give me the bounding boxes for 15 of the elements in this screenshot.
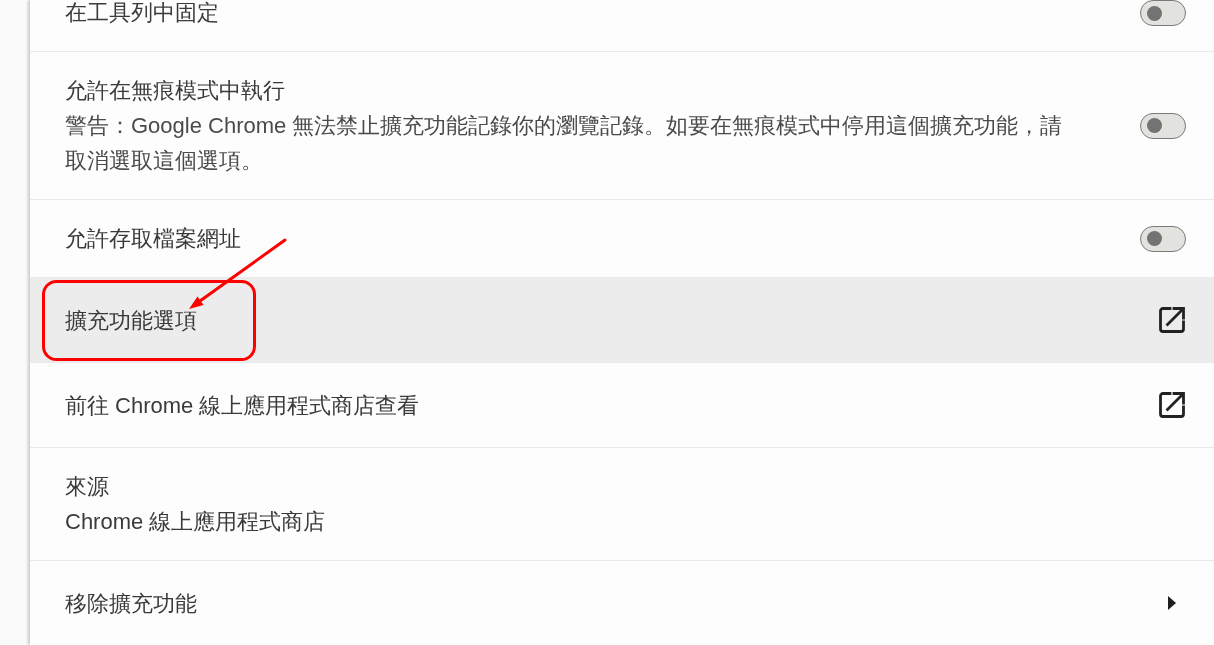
link-row[interactable]: 前往 Chrome 線上應用程式商店查看 xyxy=(30,363,1214,447)
setting-description: 警告：Google Chrome 無法禁止擴充功能記錄你的瀏覽記錄。如要在無痕模式中停用這個擴充功能，請取消選取這個選項。 xyxy=(65,112,1064,175)
toggle-switch[interactable] xyxy=(1140,112,1186,139)
setting-value: Chrome 線上應用程式商店 xyxy=(65,508,327,536)
setting-label: 在工具列中固定 xyxy=(65,2,220,24)
setting-label: 來源 xyxy=(65,473,110,501)
toggle-switch[interactable] xyxy=(1140,0,1186,26)
menu-row[interactable]: 移除擴充功能 xyxy=(30,561,1214,645)
external-link-icon xyxy=(1158,306,1186,334)
link-row[interactable]: 擴充功能選項 xyxy=(30,278,1214,362)
triangle-right-icon xyxy=(1168,596,1176,610)
external-link-icon xyxy=(1158,391,1186,419)
toggle-switch[interactable] xyxy=(1140,225,1186,252)
setting-label: 允許存取檔案網址 xyxy=(65,225,242,253)
setting-label: 允許在無痕模式中執行 xyxy=(65,77,286,105)
